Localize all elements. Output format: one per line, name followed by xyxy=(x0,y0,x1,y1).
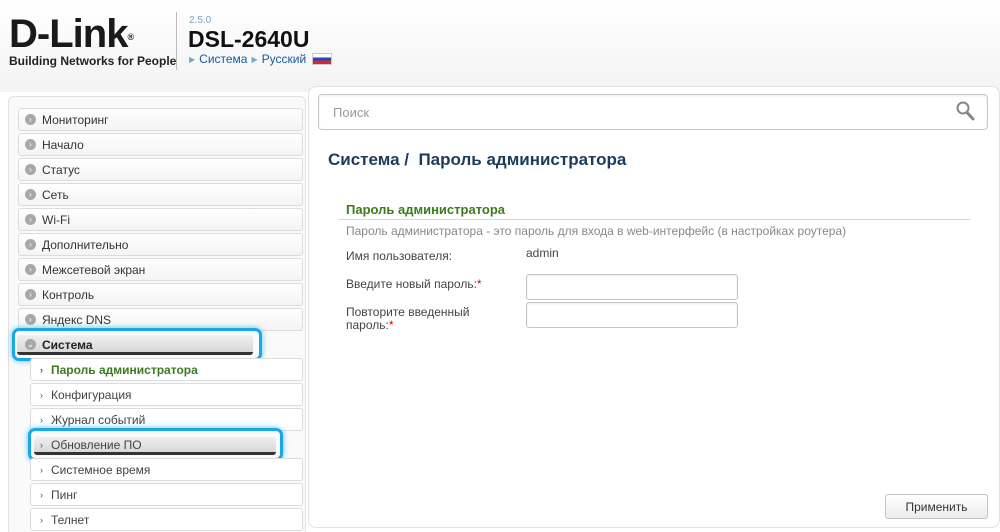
sidebar-item-monitoring[interactable]: › Мониторинг xyxy=(18,108,303,131)
repeat-password-label: Повторите введенный пароль:* xyxy=(346,306,469,332)
sidebar-item-status[interactable]: › Статус xyxy=(18,158,303,181)
sidebar-item-yandex-dns[interactable]: › Яндекс DNS xyxy=(18,308,303,331)
chevron-right-icon: › xyxy=(40,439,43,450)
sidebar-item-control[interactable]: › Контроль xyxy=(18,283,303,306)
expand-arrow-icon: › xyxy=(25,214,36,225)
expand-arrow-icon: › xyxy=(25,114,36,125)
sidebar-item-label: Система xyxy=(42,337,93,352)
chevron-right-icon: › xyxy=(40,464,43,475)
sidebar-item-label: Статус xyxy=(42,162,80,177)
expand-arrow-icon: › xyxy=(25,314,36,325)
page-title-page: Пароль администратора xyxy=(418,150,627,169)
expand-arrow-icon: › xyxy=(25,239,36,250)
russian-flag-icon[interactable] xyxy=(312,53,333,65)
sidebar-item-firewall[interactable]: › Межсетевой экран xyxy=(18,258,303,281)
language-link[interactable]: Русский xyxy=(262,52,307,66)
expand-arrow-icon: › xyxy=(25,164,36,175)
header-divider xyxy=(176,12,177,70)
breadcrumb-arrow-icon: ▶ xyxy=(189,54,196,64)
sidebar-subitem-firmware-update[interactable]: › Обновление ПО xyxy=(30,433,303,456)
expand-arrow-icon: › xyxy=(25,264,36,275)
username-label: Имя пользователя: xyxy=(346,249,453,263)
sidebar-subitem-ping[interactable]: › Пинг xyxy=(30,483,303,506)
breadcrumb-arrow-icon: ▶ xyxy=(251,54,258,64)
sidebar-subitem-configuration[interactable]: › Конфигурация xyxy=(30,383,303,406)
sidebar-subitem-label: Системное время xyxy=(51,462,151,477)
sidebar-item-label: Wi-Fi xyxy=(42,212,70,227)
sidebar-item-advanced[interactable]: › Дополнительно xyxy=(18,233,303,256)
new-password-label-text: Введите новый пароль: xyxy=(346,277,477,291)
page-title: Система / Пароль администратора xyxy=(328,150,626,170)
sidebar-subitem-label: Обновление ПО xyxy=(51,437,142,452)
sidebar-subitem-label: Телнет xyxy=(51,512,90,527)
logo-wordmark: D-Link® xyxy=(9,14,169,54)
search-input[interactable] xyxy=(318,94,988,130)
chevron-right-icon: › xyxy=(40,414,43,425)
search-icon[interactable] xyxy=(955,100,975,122)
sidebar-subitem-event-log[interactable]: › Журнал событий xyxy=(30,408,303,431)
sidebar-item-start[interactable]: › Начало xyxy=(18,133,303,156)
sidebar-subitem-label: Конфигурация xyxy=(51,387,132,402)
required-mark: * xyxy=(476,277,482,291)
apply-button[interactable]: Применить xyxy=(885,494,988,519)
sidebar-subitem-telnet[interactable]: › Телнет xyxy=(30,508,303,531)
sidebar-item-network[interactable]: › Сеть xyxy=(18,183,303,206)
page-title-section: Система / xyxy=(328,150,409,169)
new-password-label: Введите новый пароль:* xyxy=(346,278,482,291)
sidebar-subitem-label: Пароль администратора xyxy=(51,362,198,377)
sidebar-item-label: Сеть xyxy=(42,187,69,202)
sidebar-item-system[interactable]: ⌄ Система xyxy=(18,333,303,356)
chevron-right-icon: › xyxy=(40,514,43,525)
chevron-right-icon: › xyxy=(40,489,43,500)
required-mark: * xyxy=(388,318,394,332)
sidebar-item-label: Яндекс DNS xyxy=(42,312,112,327)
breadcrumb-system-link[interactable]: Система xyxy=(199,52,247,66)
chevron-right-icon: › xyxy=(40,364,43,375)
header: D-Link® Building Networks for People 2.5… xyxy=(0,0,1000,92)
expand-arrow-icon: › xyxy=(25,289,36,300)
repeat-password-label-line1: Повторите введенный xyxy=(346,305,470,319)
sidebar-item-label: Межсетевой экран xyxy=(42,262,146,277)
breadcrumb: ▶ Система ▶ Русский xyxy=(189,52,333,66)
sidebar-item-label: Контроль xyxy=(42,287,95,302)
dlink-logo[interactable]: D-Link® Building Networks for People xyxy=(9,14,177,70)
logo-registered: ® xyxy=(127,32,134,42)
logo-text: D-Link xyxy=(9,12,128,56)
new-password-field[interactable] xyxy=(526,274,738,300)
repeat-password-label-line2: пароль: xyxy=(346,318,389,332)
sidebar-subitem-system-time[interactable]: › Системное время xyxy=(30,458,303,481)
chevron-right-icon: › xyxy=(40,389,43,400)
sidebar-subitem-label: Пинг xyxy=(51,487,78,502)
section-divider xyxy=(338,219,970,220)
sidebar-item-label: Мониторинг xyxy=(42,112,109,127)
section-title: Пароль администратора xyxy=(346,202,506,217)
username-value: admin xyxy=(526,246,559,260)
repeat-password-field[interactable] xyxy=(526,302,738,328)
section-description: Пароль администратора - это пароль для в… xyxy=(346,224,847,238)
collapse-arrow-icon: ⌄ xyxy=(25,339,36,350)
expand-arrow-icon: › xyxy=(25,139,36,150)
expand-arrow-icon: › xyxy=(25,189,36,200)
firmware-version: 2.5.0 xyxy=(189,15,212,26)
sidebar-item-label: Начало xyxy=(42,137,84,152)
sidebar-item-wifi[interactable]: › Wi-Fi xyxy=(18,208,303,231)
sidebar-subitem-label: Журнал событий xyxy=(51,412,146,427)
sidebar-item-label: Дополнительно xyxy=(42,237,129,252)
device-model: DSL-2640U xyxy=(188,26,310,52)
sidebar-subitem-admin-password[interactable]: › Пароль администратора xyxy=(30,358,303,381)
logo-tagline: Building Networks for People xyxy=(9,54,177,68)
